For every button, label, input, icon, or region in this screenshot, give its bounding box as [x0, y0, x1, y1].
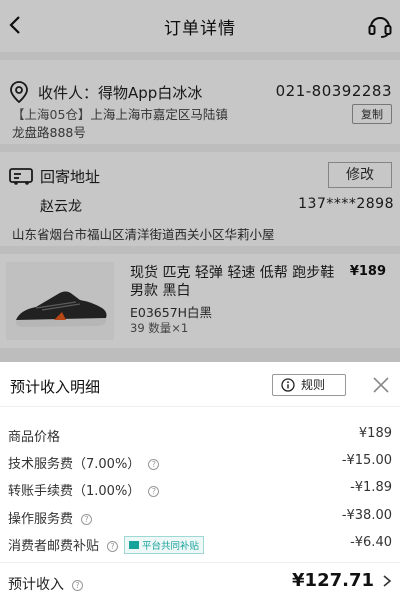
- divider: [0, 406, 400, 407]
- fee-label: 操作服务费: [8, 512, 74, 527]
- fee-label: 技术服务费（7.00%）: [8, 457, 141, 472]
- rules-label: 规则: [301, 378, 326, 392]
- fee-label-wrap: 技术服务费（7.00%）?: [8, 453, 160, 472]
- modal-backdrop[interactable]: [0, 0, 400, 362]
- total-label-wrap: 预计收入?: [8, 574, 83, 594]
- total-income-value[interactable]: ¥127.71: [292, 570, 374, 591]
- fee-label-wrap: 消费者邮费补贴? 平台共同补贴: [8, 535, 205, 554]
- help-icon[interactable]: ?: [107, 541, 119, 552]
- fee-value: ¥189: [358, 426, 392, 441]
- help-icon[interactable]: ?: [81, 514, 93, 525]
- fee-label: 商品价格: [8, 430, 61, 445]
- fee-row-operation: 操作服务费? -¥38.00: [0, 508, 400, 528]
- fee-row-shipping-subsidy: 消费者邮费补贴? 平台共同补贴 -¥6.40: [0, 535, 400, 555]
- help-icon[interactable]: ?: [72, 580, 83, 591]
- fee-value: -¥1.89: [350, 480, 392, 495]
- divider: [0, 562, 400, 563]
- fee-value: -¥6.40: [350, 535, 392, 550]
- fee-label-wrap: 转账手续费（1.00%）?: [8, 480, 160, 499]
- fee-label: 消费者邮费补贴: [8, 539, 100, 554]
- help-icon[interactable]: ?: [148, 486, 160, 497]
- income-detail-sheet: 预计收入明细 规则 商品价格 ¥189 技术服务费（7.00%）? -¥15.0…: [0, 362, 400, 600]
- badge-icon: [129, 541, 140, 549]
- fee-label-wrap: 操作服务费?: [8, 508, 93, 527]
- total-label: 预计收入: [8, 577, 64, 593]
- rules-button[interactable]: 规则: [272, 374, 346, 396]
- fee-row-transfer: 转账手续费（1.00%）? -¥1.89: [0, 480, 400, 500]
- fee-value: -¥38.00: [341, 508, 392, 523]
- badge-text: 平台共同补贴: [142, 541, 200, 552]
- fee-label: 转账手续费（1.00%）: [8, 484, 141, 499]
- close-icon[interactable]: [372, 376, 390, 394]
- fee-row-price: 商品价格 ¥189: [0, 426, 400, 446]
- chevron-right-icon[interactable]: [382, 574, 392, 588]
- subsidy-badge: 平台共同补贴: [124, 536, 205, 554]
- help-icon[interactable]: ?: [148, 459, 160, 470]
- fee-row-tech-service: 技术服务费（7.00%）? -¥15.00: [0, 453, 400, 473]
- fee-value: -¥15.00: [341, 453, 392, 468]
- sheet-title: 预计收入明细: [10, 378, 101, 396]
- info-icon: [281, 378, 295, 392]
